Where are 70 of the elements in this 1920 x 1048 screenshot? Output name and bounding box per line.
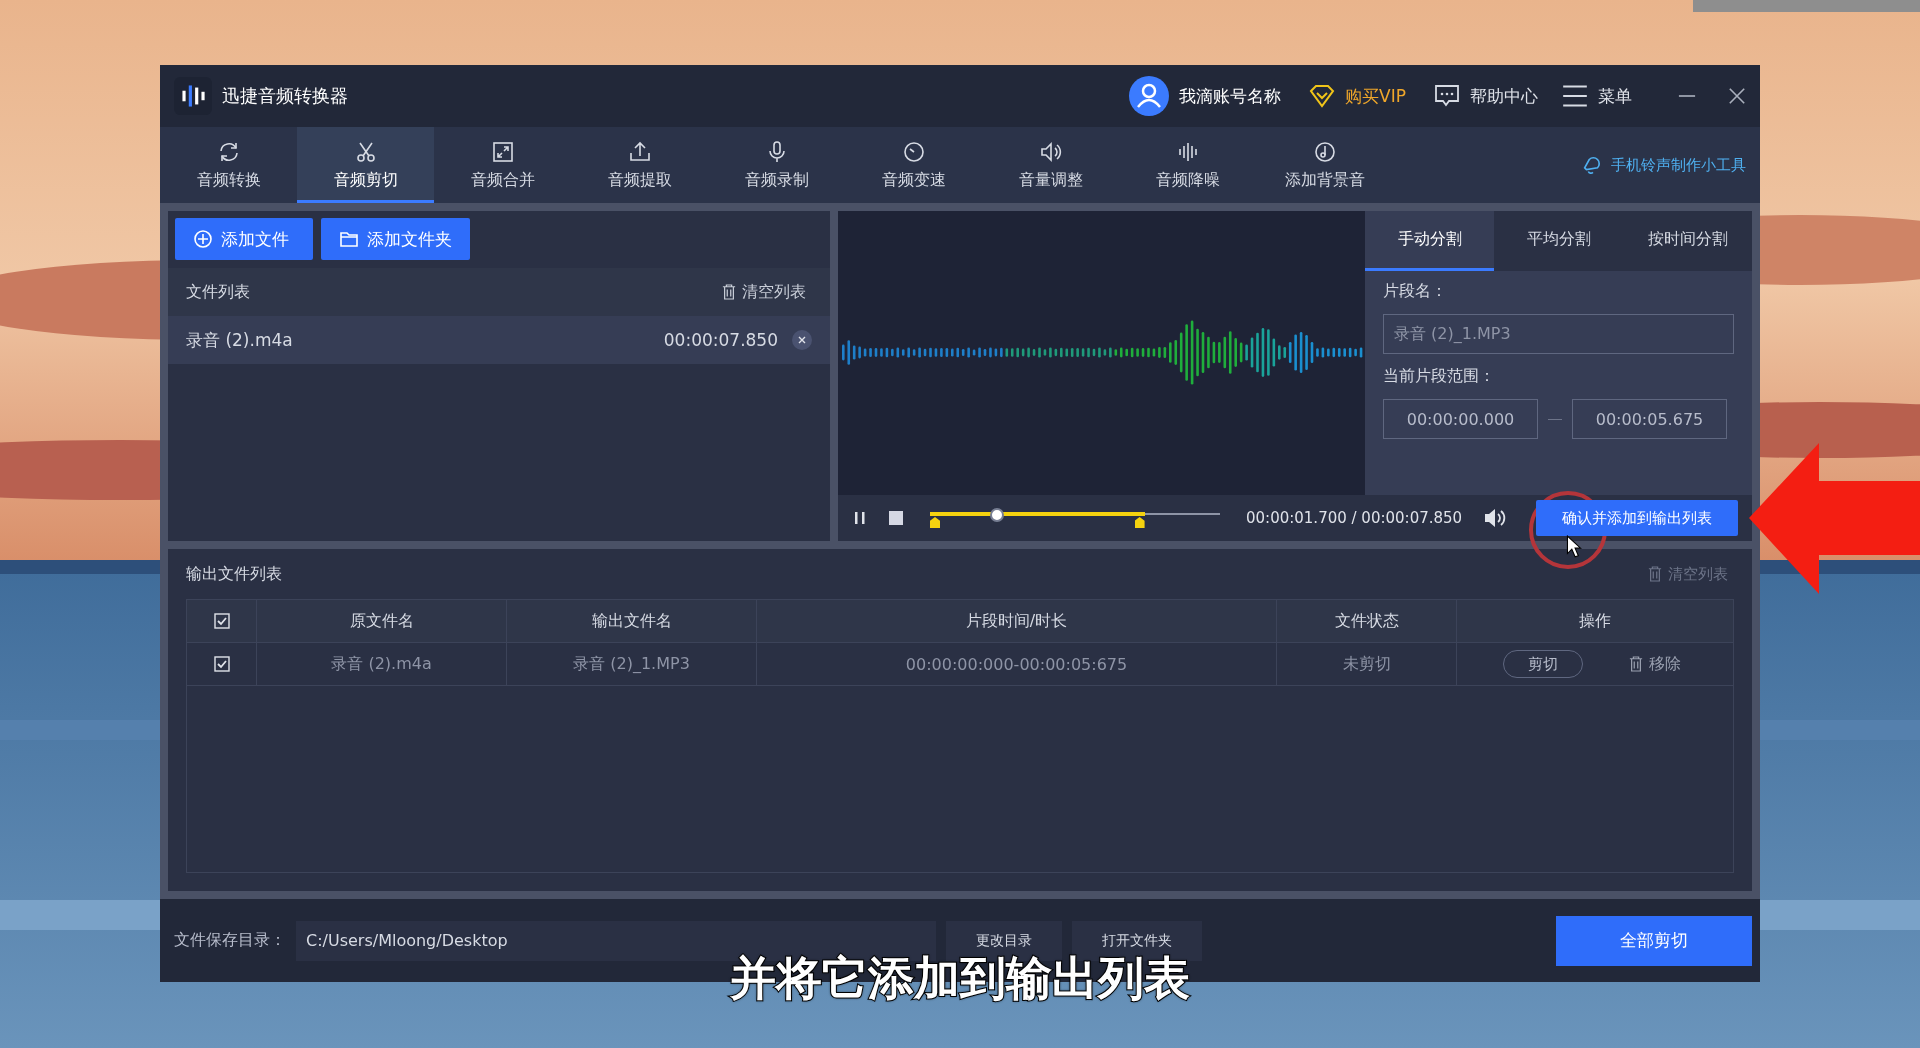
- buy-vip-link[interactable]: 购买VIP: [1345, 84, 1406, 108]
- tool-tab[interactable]: 音频提取: [571, 127, 708, 203]
- tool-tab[interactable]: 音频剪切: [297, 127, 434, 203]
- remove-button[interactable]: 移除: [1623, 652, 1687, 676]
- column-header: 文件状态: [1277, 600, 1457, 642]
- table-cell: 录音 (2)_1.MP3: [507, 643, 757, 685]
- tool-tab[interactable]: 音频降噪: [1119, 127, 1256, 203]
- playback-time: 00:00:01.700 / 00:00:07.850: [1246, 509, 1463, 527]
- cut-all-button[interactable]: 全部剪切: [1556, 915, 1752, 966]
- upload-icon: [627, 140, 652, 164]
- column-header: 片段时间/时长: [757, 600, 1277, 642]
- trash-icon: [722, 284, 736, 300]
- folder-icon: [339, 229, 359, 249]
- music-note-icon: [1312, 140, 1337, 164]
- tool-tab[interactable]: 音频变速: [845, 127, 982, 203]
- account-name[interactable]: 我滴账号名称: [1179, 84, 1282, 108]
- diamond-icon: [1309, 84, 1336, 108]
- menu-icon: [1562, 84, 1588, 108]
- playhead-handle[interactable]: [989, 508, 1004, 522]
- output-list-title: 输出文件列表: [186, 563, 282, 585]
- column-header: 输出文件名: [507, 600, 757, 642]
- pause-icon[interactable]: [852, 510, 868, 526]
- file-list-title: 文件列表: [186, 281, 250, 303]
- app-logo-icon: [174, 77, 212, 115]
- save-directory-label: 文件保存目录：: [174, 930, 286, 951]
- close-icon[interactable]: [1728, 87, 1746, 105]
- speaker-icon: [1038, 140, 1063, 164]
- tool-tab[interactable]: 添加背景音: [1256, 127, 1393, 203]
- segment-name-label: 片段名：: [1383, 281, 1448, 302]
- confirm-add-button[interactable]: 确认并添加到输出列表: [1536, 500, 1738, 536]
- avatar-icon[interactable]: [1129, 76, 1170, 116]
- file-name: 录音 (2).m4a: [186, 328, 294, 352]
- table-cell: 00:00:00:000-00:00:05:675: [757, 643, 1277, 685]
- clear-list-button[interactable]: 清空列表: [716, 280, 812, 304]
- table-cell: 录音 (2).m4a: [257, 643, 507, 685]
- add-folder-button[interactable]: 添加文件夹: [321, 218, 470, 260]
- end-time-field[interactable]: 00:00:05.675: [1572, 399, 1727, 439]
- add-file-button[interactable]: 添加文件: [175, 218, 313, 260]
- file-row[interactable]: 录音 (2).m4a 00:00:07.850: [168, 316, 830, 364]
- segment-name-field[interactable]: 录音 (2)_1.MP3: [1383, 314, 1734, 354]
- trash-icon: [1648, 566, 1662, 582]
- chat-icon: [1434, 84, 1460, 108]
- window-title: 迅捷音频转换器: [222, 84, 348, 108]
- expand-icon: [490, 140, 515, 164]
- table-cell: 未剪切: [1277, 643, 1457, 685]
- start-time-field[interactable]: 00:00:00.000: [1383, 399, 1538, 439]
- row-checkbox[interactable]: [213, 656, 230, 672]
- clock-icon: [901, 140, 926, 164]
- segment-range-label: 当前片段范围：: [1383, 366, 1496, 387]
- selection-range[interactable]: [930, 512, 1145, 529]
- mouse-cursor-icon: [1566, 535, 1582, 559]
- menu-link[interactable]: 菜单: [1598, 84, 1632, 108]
- tool-tab[interactable]: 音量调整: [982, 127, 1119, 203]
- tool-tab[interactable]: 音频合并: [434, 127, 571, 203]
- file-duration: 00:00:07.850: [663, 330, 778, 350]
- split-tab[interactable]: 手动分割: [1365, 211, 1494, 271]
- column-header: 原文件名: [257, 600, 507, 642]
- tool-tab[interactable]: 音频录制: [708, 127, 845, 203]
- select-all-checkbox[interactable]: [213, 613, 230, 629]
- stop-icon[interactable]: [888, 510, 904, 526]
- split-tab[interactable]: 按时间分割: [1623, 211, 1752, 271]
- help-center-link[interactable]: 帮助中心: [1470, 84, 1538, 108]
- split-tab[interactable]: 平均分割: [1494, 211, 1623, 271]
- ringtone-tool-link[interactable]: 手机铃声制作小工具: [1611, 155, 1746, 175]
- bell-icon: [1581, 154, 1603, 176]
- trash-icon: [1629, 656, 1643, 672]
- tool-tab[interactable]: 音频转换: [160, 127, 297, 203]
- column-header: 操作: [1578, 609, 1612, 632]
- remove-icon[interactable]: [792, 330, 812, 350]
- plus-icon: [193, 229, 213, 249]
